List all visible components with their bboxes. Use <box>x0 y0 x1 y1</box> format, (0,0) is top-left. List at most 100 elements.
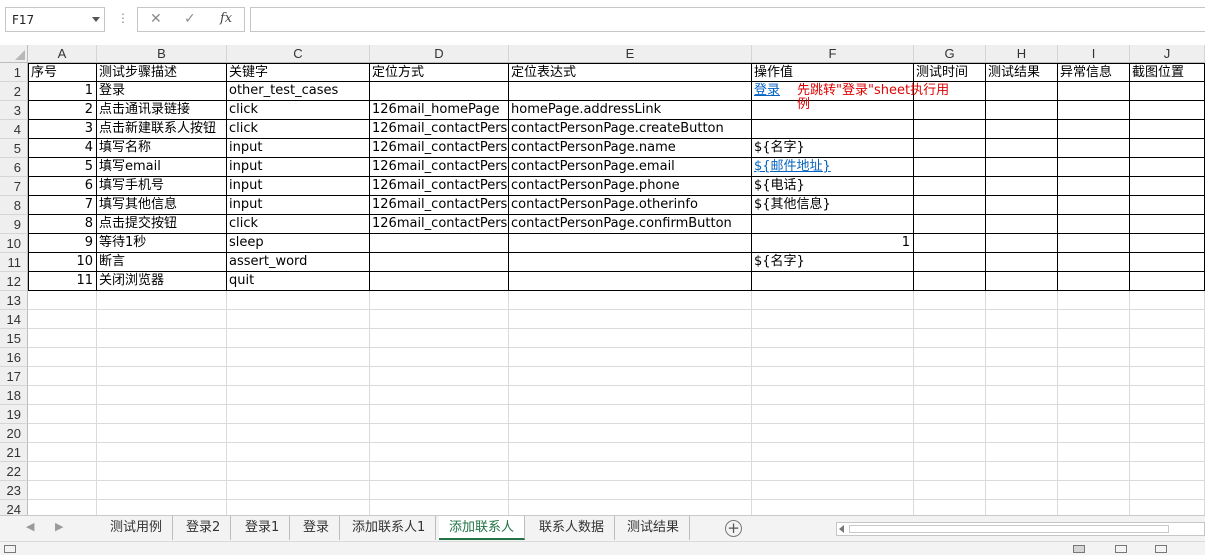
cell-a5[interactable]: 4 <box>28 139 97 158</box>
row-header-21[interactable]: 21 <box>0 443 28 462</box>
cell-e8[interactable]: contactPersonPage.otherinfo <box>509 196 752 215</box>
cell-g15[interactable] <box>914 329 986 348</box>
cell-f22[interactable] <box>752 462 914 481</box>
cell-g19[interactable] <box>914 405 986 424</box>
cell-h14[interactable] <box>986 310 1058 329</box>
cell-d22[interactable] <box>370 462 509 481</box>
cell-j15[interactable] <box>1130 329 1205 348</box>
cell-c19[interactable] <box>227 405 370 424</box>
cell-c16[interactable] <box>227 348 370 367</box>
cell-b6[interactable]: 填写email <box>97 158 227 177</box>
row-header-22[interactable]: 22 <box>0 462 28 481</box>
formula-input[interactable] <box>250 7 1205 32</box>
cell-c18[interactable] <box>227 386 370 405</box>
cell-g18[interactable] <box>914 386 986 405</box>
cell-h20[interactable] <box>986 424 1058 443</box>
cell-e21[interactable] <box>509 443 752 462</box>
cell-e20[interactable] <box>509 424 752 443</box>
cell-i8[interactable] <box>1058 196 1130 215</box>
cell-h15[interactable] <box>986 329 1058 348</box>
cell-d1[interactable]: 定位方式 <box>370 63 509 82</box>
cell-j23[interactable] <box>1130 481 1205 500</box>
cell-f13[interactable] <box>752 291 914 310</box>
cell-d2[interactable] <box>370 82 509 101</box>
row-header-12[interactable]: 12 <box>0 272 28 291</box>
add-sheet-icon[interactable]: + <box>725 520 742 537</box>
cell-i10[interactable] <box>1058 234 1130 253</box>
cell-b8[interactable]: 填写其他信息 <box>97 196 227 215</box>
cell-c6[interactable]: input <box>227 158 370 177</box>
cell-b18[interactable] <box>97 386 227 405</box>
cell-d11[interactable] <box>370 253 509 272</box>
cell-c1[interactable]: 关键字 <box>227 63 370 82</box>
cell-a8[interactable]: 7 <box>28 196 97 215</box>
cell-e11[interactable] <box>509 253 752 272</box>
cell-h16[interactable] <box>986 348 1058 367</box>
cell-j7[interactable] <box>1130 177 1205 196</box>
cell-a4[interactable]: 3 <box>28 120 97 139</box>
cell-e1[interactable]: 定位表达式 <box>509 63 752 82</box>
cell-c5[interactable]: input <box>227 139 370 158</box>
cell-g1[interactable]: 测试时间 <box>914 63 986 82</box>
cell-e17[interactable] <box>509 367 752 386</box>
cell-h13[interactable] <box>986 291 1058 310</box>
cell-g8[interactable] <box>914 196 986 215</box>
tab-scroll-left-icon[interactable]: ◀ <box>26 520 34 533</box>
cell-f8[interactable]: ${其他信息} <box>752 196 914 215</box>
cell-h11[interactable] <box>986 253 1058 272</box>
row-header-23[interactable]: 23 <box>0 481 28 500</box>
row-header-19[interactable]: 19 <box>0 405 28 424</box>
tab-scroll-right-icon[interactable]: ▶ <box>55 520 63 533</box>
cell-c4[interactable]: click <box>227 120 370 139</box>
cell-i12[interactable] <box>1058 272 1130 291</box>
cell-h21[interactable] <box>986 443 1058 462</box>
select-all-corner[interactable] <box>0 45 28 63</box>
row-header-9[interactable]: 9 <box>0 215 28 234</box>
row-header-3[interactable]: 3 <box>0 101 28 120</box>
cell-f14[interactable] <box>752 310 914 329</box>
cell-a3[interactable]: 2 <box>28 101 97 120</box>
name-box[interactable]: F17 <box>5 7 105 32</box>
row-header-16[interactable]: 16 <box>0 348 28 367</box>
row-header-18[interactable]: 18 <box>0 386 28 405</box>
cell-j13[interactable] <box>1130 291 1205 310</box>
cell-i21[interactable] <box>1058 443 1130 462</box>
cell-g12[interactable] <box>914 272 986 291</box>
cell-g21[interactable] <box>914 443 986 462</box>
cell-c17[interactable] <box>227 367 370 386</box>
cell-i11[interactable] <box>1058 253 1130 272</box>
cell-d15[interactable] <box>370 329 509 348</box>
scroll-left-icon[interactable] <box>839 525 844 533</box>
cell-f5[interactable]: ${名字} <box>752 139 914 158</box>
cell-e10[interactable] <box>509 234 752 253</box>
column-header-b[interactable]: B <box>97 45 227 63</box>
cell-b11[interactable]: 断言 <box>97 253 227 272</box>
cell-e18[interactable] <box>509 386 752 405</box>
column-header-f[interactable]: F <box>752 45 914 63</box>
cell-e3[interactable]: homePage.addressLink <box>509 101 752 120</box>
cell-h3[interactable] <box>986 101 1058 120</box>
cell-i9[interactable] <box>1058 215 1130 234</box>
cell-a9[interactable]: 8 <box>28 215 97 234</box>
cell-b19[interactable] <box>97 405 227 424</box>
cell-b15[interactable] <box>97 329 227 348</box>
cell-g9[interactable] <box>914 215 986 234</box>
cell-i20[interactable] <box>1058 424 1130 443</box>
cell-h4[interactable] <box>986 120 1058 139</box>
cell-c22[interactable] <box>227 462 370 481</box>
cell-b3[interactable]: 点击通讯录链接 <box>97 101 227 120</box>
cell-i13[interactable] <box>1058 291 1130 310</box>
column-header-a[interactable]: A <box>28 45 97 63</box>
cell-i23[interactable] <box>1058 481 1130 500</box>
sheet-tab-5[interactable]: 添加联系人1 <box>342 516 437 540</box>
cell-a21[interactable] <box>28 443 97 462</box>
cell-g22[interactable] <box>914 462 986 481</box>
column-header-c[interactable]: C <box>227 45 370 63</box>
cell-a16[interactable] <box>28 348 97 367</box>
cell-i18[interactable] <box>1058 386 1130 405</box>
cell-a10[interactable]: 9 <box>28 234 97 253</box>
cell-c20[interactable] <box>227 424 370 443</box>
cell-h17[interactable] <box>986 367 1058 386</box>
cell-c21[interactable] <box>227 443 370 462</box>
cell-i6[interactable] <box>1058 158 1130 177</box>
